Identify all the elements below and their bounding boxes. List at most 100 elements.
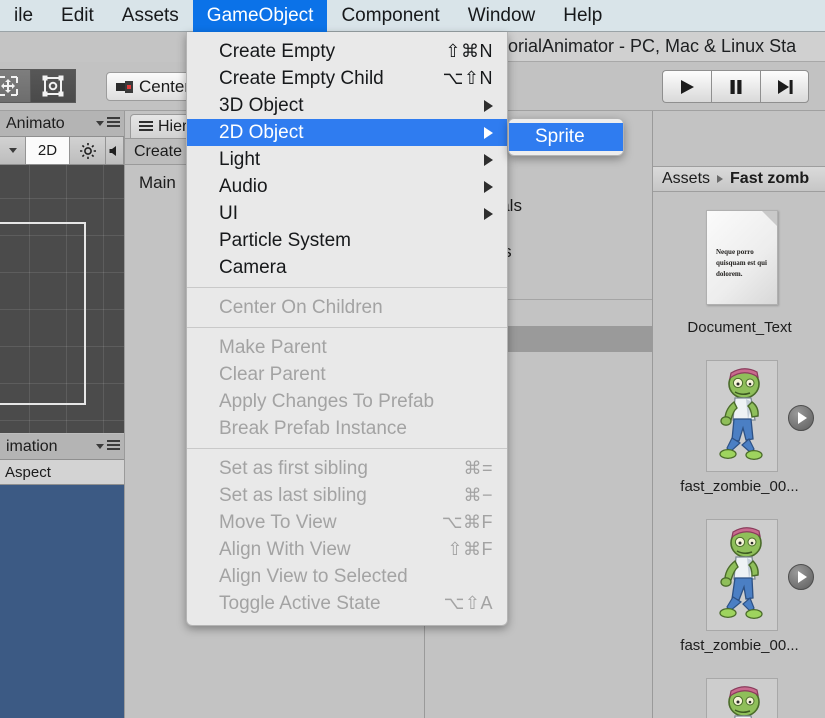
menu-item-2d-object[interactable]: 2D Object	[187, 119, 507, 146]
menubar-item-edit[interactable]: Edit	[47, 0, 108, 32]
chevron-right-icon	[484, 153, 493, 166]
panel-menu-icon[interactable]	[96, 440, 120, 452]
menu-item-label: Apply Changes To Prefab	[219, 390, 435, 412]
play-button[interactable]	[662, 70, 711, 103]
chevron-down-icon	[96, 120, 104, 126]
pivot-mode-label: Center	[139, 76, 191, 96]
sprite-thumbnail	[706, 360, 778, 472]
chevron-down-icon	[96, 443, 104, 449]
asset-label: Document_Text	[687, 319, 792, 336]
menu-item-label: Clear Parent	[219, 363, 326, 385]
menu-item-audio[interactable]: Audio	[187, 173, 507, 200]
chevron-right-icon	[484, 99, 493, 112]
pause-button[interactable]	[711, 70, 760, 103]
game-view-canvas[interactable]	[0, 485, 124, 718]
menu-item-move-to-view: Move To View ⌥⌘F	[187, 509, 507, 536]
menu-item-label: Light	[219, 148, 261, 170]
play-icon	[798, 571, 807, 583]
menubar-item-file[interactable]: ile	[0, 0, 47, 32]
hierarchy-item-main-camera[interactable]: Main	[139, 173, 176, 193]
menu-item-label: Set as first sibling	[219, 457, 368, 479]
play-preview-badge[interactable]	[788, 564, 814, 590]
toggle-2d-button[interactable]: 2D	[26, 137, 70, 164]
rect-transform-tool-icon[interactable]	[30, 69, 76, 103]
asset-item-sprite-3[interactable]	[653, 670, 825, 718]
menu-item-shortcut: ⌥⇧A	[443, 593, 493, 613]
menubar-item-window[interactable]: Window	[454, 0, 550, 32]
zombie-sprite-icon	[728, 686, 760, 718]
play-icon	[798, 412, 807, 424]
menu-item-shortcut: ⌘−	[463, 485, 493, 505]
play-preview-badge[interactable]	[788, 405, 814, 431]
menu-item-shortcut: ⌘=	[463, 458, 493, 478]
menu-item-light[interactable]: Light	[187, 146, 507, 173]
menu-item-clear-parent: Clear Parent	[187, 361, 507, 388]
asset-item-sprite-2[interactable]: fast_zombie_00...	[653, 511, 825, 670]
animation-panel: imation Aspect	[0, 434, 124, 718]
menu-item-3d-object[interactable]: 3D Object	[187, 92, 507, 119]
menu-item-shortcut: ⌥⌘F	[441, 512, 493, 532]
menu-item-label: Align With View	[219, 538, 351, 560]
lighting-icon[interactable]	[70, 137, 106, 164]
tab-animation[interactable]: imation	[0, 434, 64, 459]
shading-mode-dropdown[interactable]	[0, 137, 26, 164]
hamburger-icon	[107, 117, 120, 129]
menu-item-shortcut: ⇧⌘F	[447, 539, 493, 559]
menu-item-align-view-to-selected: Align View to Selected	[187, 563, 507, 590]
menu-item-set-as-first-sibling: Set as first sibling ⌘=	[187, 455, 507, 482]
assets-grid[interactable]: Neque porro quisquam est qui dolorem. Do…	[653, 193, 825, 718]
menu-item-create-empty[interactable]: Create Empty ⇧⌘N	[187, 38, 507, 65]
menu-item-label: Audio	[219, 175, 268, 197]
menu-item-label: 2D Object	[219, 121, 304, 143]
submenu-item-sprite[interactable]: Sprite	[509, 123, 623, 151]
move-tool-icon[interactable]	[0, 69, 30, 103]
menu-item-label: Camera	[219, 256, 287, 278]
menu-item-label: Align View to Selected	[219, 565, 408, 587]
asset-item-document[interactable]: Neque porro quisquam est qui dolorem. Do…	[653, 193, 825, 352]
submenu-item-label: Sprite	[535, 126, 585, 147]
menu-item-break-prefab-instance: Break Prefab Instance	[187, 415, 507, 442]
menu-item-create-empty-child[interactable]: Create Empty Child ⌥⇧N	[187, 65, 507, 92]
menu-item-camera[interactable]: Camera	[187, 254, 507, 281]
unity-editor-window: ile Edit Assets GameObject Component Win…	[0, 0, 825, 718]
document-icon: Neque porro quisquam est qui dolorem.	[706, 209, 778, 305]
menu-item-label: UI	[219, 202, 238, 224]
menu-item-ui[interactable]: UI	[187, 200, 507, 227]
menu-item-shortcut: ⇧⌘N	[445, 41, 493, 61]
page-fold-icon	[762, 210, 777, 226]
chevron-right-icon	[484, 207, 493, 220]
breadcrumb-root[interactable]: Assets	[662, 170, 710, 188]
menu-item-label: Particle System	[219, 229, 351, 251]
menubar-item-help[interactable]: Help	[549, 0, 616, 32]
create-button[interactable]: Create	[125, 143, 182, 161]
audio-icon[interactable]	[106, 137, 124, 164]
chevron-right-icon	[484, 126, 493, 139]
scene-view-canvas[interactable]	[0, 165, 124, 433]
step-button[interactable]	[760, 70, 809, 103]
breadcrumb: Assets Fast zomb	[653, 166, 825, 192]
aspect-label: Aspect	[5, 463, 51, 481]
animator-panel: Animato 2D	[0, 111, 124, 434]
panel-menu-icon[interactable]	[96, 117, 120, 129]
menu-item-label: Make Parent	[219, 336, 327, 358]
menu-item-label: 3D Object	[219, 94, 304, 116]
scene-view-toolbar: 2D	[0, 137, 124, 165]
animator-tab-bar: Animato	[0, 111, 124, 137]
menubar-item-assets[interactable]: Assets	[108, 0, 193, 32]
zombie-sprite-icon	[719, 368, 763, 461]
document-preview-text: Neque porro quisquam est qui dolorem.	[716, 247, 767, 278]
menu-item-particle-system[interactable]: Particle System	[187, 227, 507, 254]
chevron-right-icon	[484, 180, 493, 193]
menubar-item-gameobject[interactable]: GameObject	[192, 0, 328, 32]
menubar-item-component[interactable]: Component	[327, 0, 453, 32]
menu-item-label: Set as last sibling	[219, 484, 367, 506]
menu-item-center-on-children: Center On Children	[187, 294, 507, 321]
asset-label: fast_zombie_00...	[680, 637, 799, 654]
asset-item-sprite-1[interactable]: fast_zombie_00...	[653, 352, 825, 511]
menu-divider	[187, 327, 507, 328]
zombie-sprite-icon	[719, 527, 763, 620]
tab-animator[interactable]: Animato	[0, 111, 71, 136]
aspect-dropdown[interactable]: Aspect	[0, 460, 124, 485]
center-pivot-icon	[116, 80, 133, 93]
transform-tools-group	[0, 69, 76, 103]
